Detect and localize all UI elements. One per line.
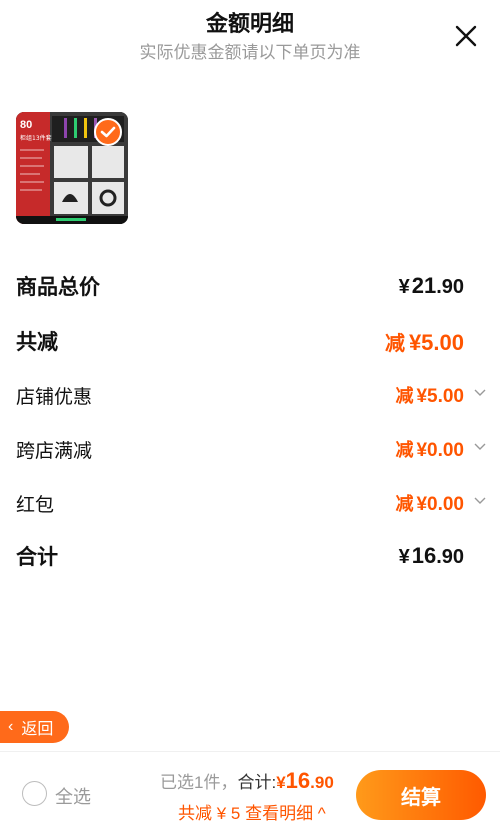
cross-shop-label: 跨店满减: [16, 440, 93, 462]
chevron-down-icon[interactable]: [474, 443, 486, 451]
redpacket-value: 减 ¥0.00: [395, 494, 464, 515]
shop-discount-row[interactable]: 店铺优惠 减 ¥5.00: [16, 377, 486, 413]
redpacket-label: 红包: [16, 494, 55, 516]
product-thumbnail: 80 柜组13件套: [16, 112, 128, 224]
goods-total-label: 商品总价: [16, 276, 100, 299]
back-button[interactable]: ‹ 返回: [0, 711, 69, 743]
settle-button[interactable]: 结算: [356, 770, 486, 820]
selected-summary: 已选1件，合计:¥16.90: [160, 768, 334, 793]
grand-total-value: ¥16.90: [398, 543, 464, 568]
shop-discount-label: 店铺优惠: [16, 386, 93, 408]
selected-count: 已选1件，: [160, 773, 238, 792]
reduce-total-value: 减 ¥5.00: [384, 329, 464, 355]
shop-discount-value: 减 ¥5.00: [395, 386, 464, 407]
footer-total-label: 合计:: [237, 773, 277, 792]
view-detail-link[interactable]: 共减 ¥ 5 查看明细 ^: [178, 799, 326, 824]
thumb-badge: 80: [20, 119, 32, 131]
back-button-label: 返回: [21, 721, 54, 738]
grand-total-label: 合计: [16, 546, 58, 569]
reduce-total-row: 共减 减 ¥5.00: [16, 323, 464, 359]
goods-total-row: 商品总价 ¥21.90: [16, 268, 464, 304]
chevron-down-icon[interactable]: [474, 389, 486, 397]
cross-shop-value: 减 ¥0.00: [395, 440, 464, 461]
checkout-bar: 全选 已选1件，合计:¥16.90 共减 ¥ 5 查看明细 ^ 结算: [0, 751, 500, 835]
footer-total-value: 16: [285, 768, 311, 793]
page-subtitle: 实际优惠金额请以下单页为准: [139, 43, 361, 62]
goods-total-value: ¥21.90: [398, 273, 464, 298]
page-title: 金额明细: [205, 11, 294, 36]
grand-total-row: 合计 ¥16.90: [16, 538, 464, 574]
select-all-label[interactable]: 全选: [55, 783, 91, 809]
thumb-caption: 柜组13件套: [20, 134, 52, 142]
settle-button-label: 结算: [401, 786, 441, 809]
close-icon[interactable]: [454, 24, 478, 48]
cross-shop-row[interactable]: 跨店满减 减 ¥0.00: [16, 431, 486, 467]
header: 金额明细 实际优惠金额请以下单页为准: [0, 0, 500, 70]
chevron-left-icon: ‹: [8, 718, 14, 735]
checked-icon[interactable]: [94, 118, 122, 146]
reduce-total-label: 共减: [16, 331, 58, 354]
redpacket-row[interactable]: 红包 减 ¥0.00: [16, 485, 486, 521]
select-all-radio[interactable]: [22, 781, 47, 806]
chevron-down-icon[interactable]: [474, 497, 486, 505]
